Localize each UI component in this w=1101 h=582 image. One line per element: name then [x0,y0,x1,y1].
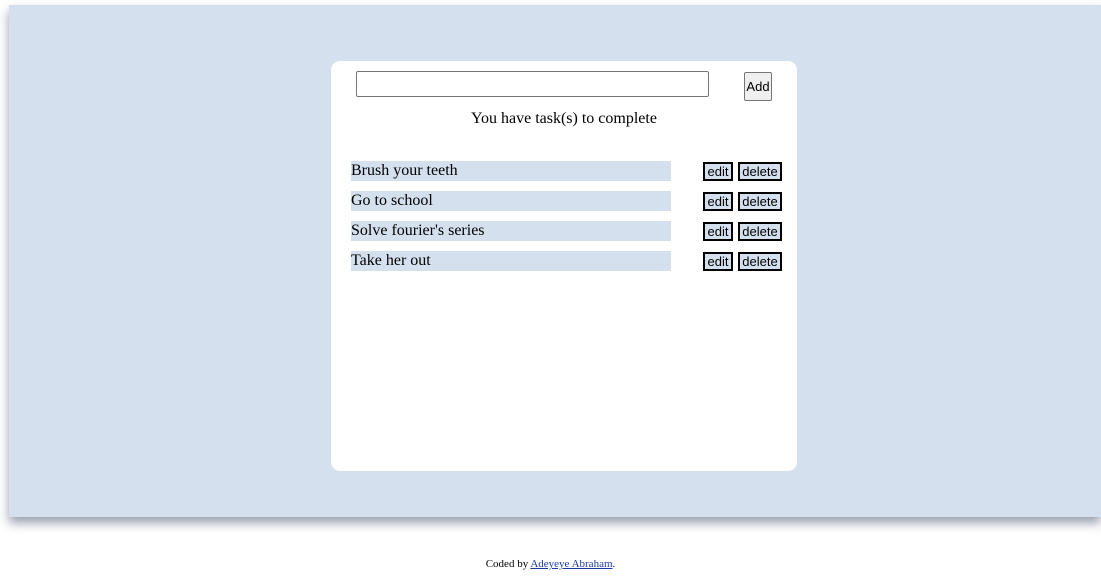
task-item: Take her out edit delete [351,251,791,271]
task-label: Go to school [351,191,671,211]
task-input[interactable] [356,71,709,97]
edit-button[interactable]: edit [703,162,733,181]
author-link[interactable]: Adeyeye Abraham [530,558,612,570]
todo-card: Add You have task(s) to complete Brush y… [331,61,797,471]
footer: Coded by Adeyeye Abraham. [0,558,1101,570]
edit-button[interactable]: edit [703,222,733,241]
delete-button[interactable]: delete [738,252,782,271]
app-background: Add You have task(s) to complete Brush y… [9,5,1101,517]
footer-suffix: . [612,558,616,570]
task-list: Brush your teeth edit delete Go to schoo… [351,161,791,281]
delete-button[interactable]: delete [738,222,782,241]
task-item: Brush your teeth edit delete [351,161,791,181]
task-label: Brush your teeth [351,161,671,181]
task-label: Take her out [351,251,671,271]
task-label: Solve fourier's series [351,221,671,241]
edit-button[interactable]: edit [703,192,733,211]
footer-prefix: Coded by [485,558,531,570]
task-item: Go to school edit delete [351,191,791,211]
task-status-text: You have task(s) to complete [471,110,657,127]
edit-button[interactable]: edit [703,252,733,271]
delete-button[interactable]: delete [738,192,782,211]
delete-button[interactable]: delete [738,162,782,181]
task-item: Solve fourier's series edit delete [351,221,791,241]
add-button[interactable]: Add [744,72,772,101]
